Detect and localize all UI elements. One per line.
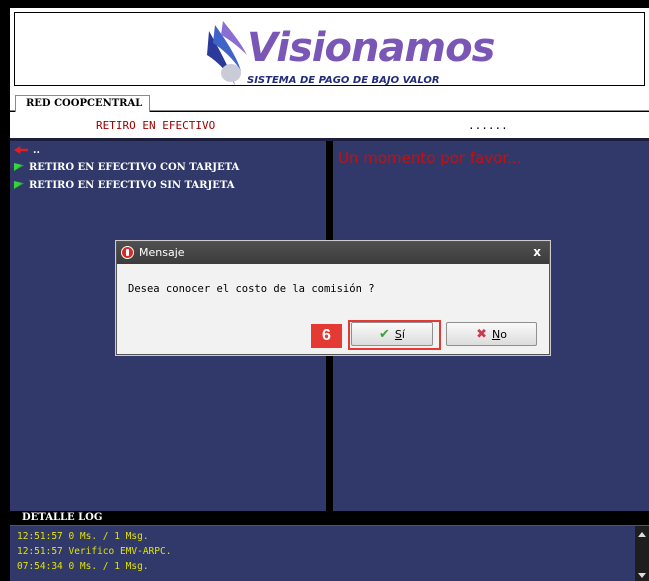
dialog-message: Desea conocer el costo de la comisión ?: [128, 283, 375, 295]
step-number-badge: 6: [311, 324, 342, 348]
wait-message: Un momento por favor...: [338, 149, 522, 167]
scroll-down-arrow-icon[interactable]: [638, 573, 646, 578]
title-row: RETIRO EN EFECTIVO ......: [10, 112, 649, 138]
log-line: 12:51:57 0 Ms. / 1 Msg.: [17, 531, 149, 542]
log-header: DETALLE LOG: [10, 511, 649, 525]
logo-swoosh-icon: [207, 21, 247, 85]
tab-strip: RED COOPCENTRAL: [10, 90, 649, 112]
no-mnemonic: N: [491, 327, 501, 341]
title-dots: ......: [468, 119, 508, 132]
dialog-titlebar[interactable]: Mensaje x: [117, 242, 549, 264]
log-line: 07:54:34 0 Ms. / 1 Msg.: [17, 561, 149, 572]
back-arrow-icon: [14, 146, 28, 154]
no-label-rest: o: [500, 327, 507, 341]
green-flag-icon: [14, 163, 24, 171]
tab-red-coopcentral[interactable]: RED COOPCENTRAL: [15, 95, 150, 112]
log-line: 12:51:57 Verifico EMV-ARPC.: [17, 546, 172, 557]
green-flag-icon: [14, 181, 24, 189]
log-panel: 12:51:57 0 Ms. / 1 Msg. 12:51:57 Verific…: [10, 525, 649, 581]
logo-subtitle: SISTEMA DE PAGO DE BAJO VALOR: [247, 75, 440, 86]
logo-wordmark: Visionamos: [247, 25, 495, 71]
header-banner: Visionamos SISTEMA DE PAGO DE BAJO VALOR: [10, 8, 649, 90]
step-highlight-box: [348, 320, 441, 350]
dialog-title: Mensaje: [139, 246, 185, 259]
menu-back-item[interactable]: ..: [14, 143, 40, 157]
menu-item-retiro-con-tarjeta[interactable]: RETIRO EN EFECTIVO CON TARJETA: [14, 160, 239, 174]
app-window: Visionamos SISTEMA DE PAGO DE BAJO VALOR…: [0, 0, 649, 581]
no-button[interactable]: ✖ No: [446, 322, 537, 346]
alert-hand-icon: [121, 246, 134, 259]
visionamos-logo: Visionamos SISTEMA DE PAGO DE BAJO VALOR: [201, 21, 501, 87]
log-title: DETALLE LOG: [22, 512, 103, 523]
menu-item-label: RETIRO EN EFECTIVO SIN TARJETA: [29, 179, 235, 191]
page-title: RETIRO EN EFECTIVO: [96, 119, 216, 132]
x-mark-icon: ✖: [476, 326, 487, 342]
menu-item-retiro-sin-tarjeta[interactable]: RETIRO EN EFECTIVO SIN TARJETA: [14, 178, 235, 192]
log-scrollbar[interactable]: [635, 526, 649, 581]
header-frame: Visionamos SISTEMA DE PAGO DE BAJO VALOR: [14, 12, 645, 86]
dialog-close-button[interactable]: x: [533, 245, 541, 259]
menu-back-label: ..: [33, 144, 40, 156]
scroll-up-arrow-icon[interactable]: [638, 532, 646, 537]
menu-item-label: RETIRO EN EFECTIVO CON TARJETA: [29, 161, 240, 173]
